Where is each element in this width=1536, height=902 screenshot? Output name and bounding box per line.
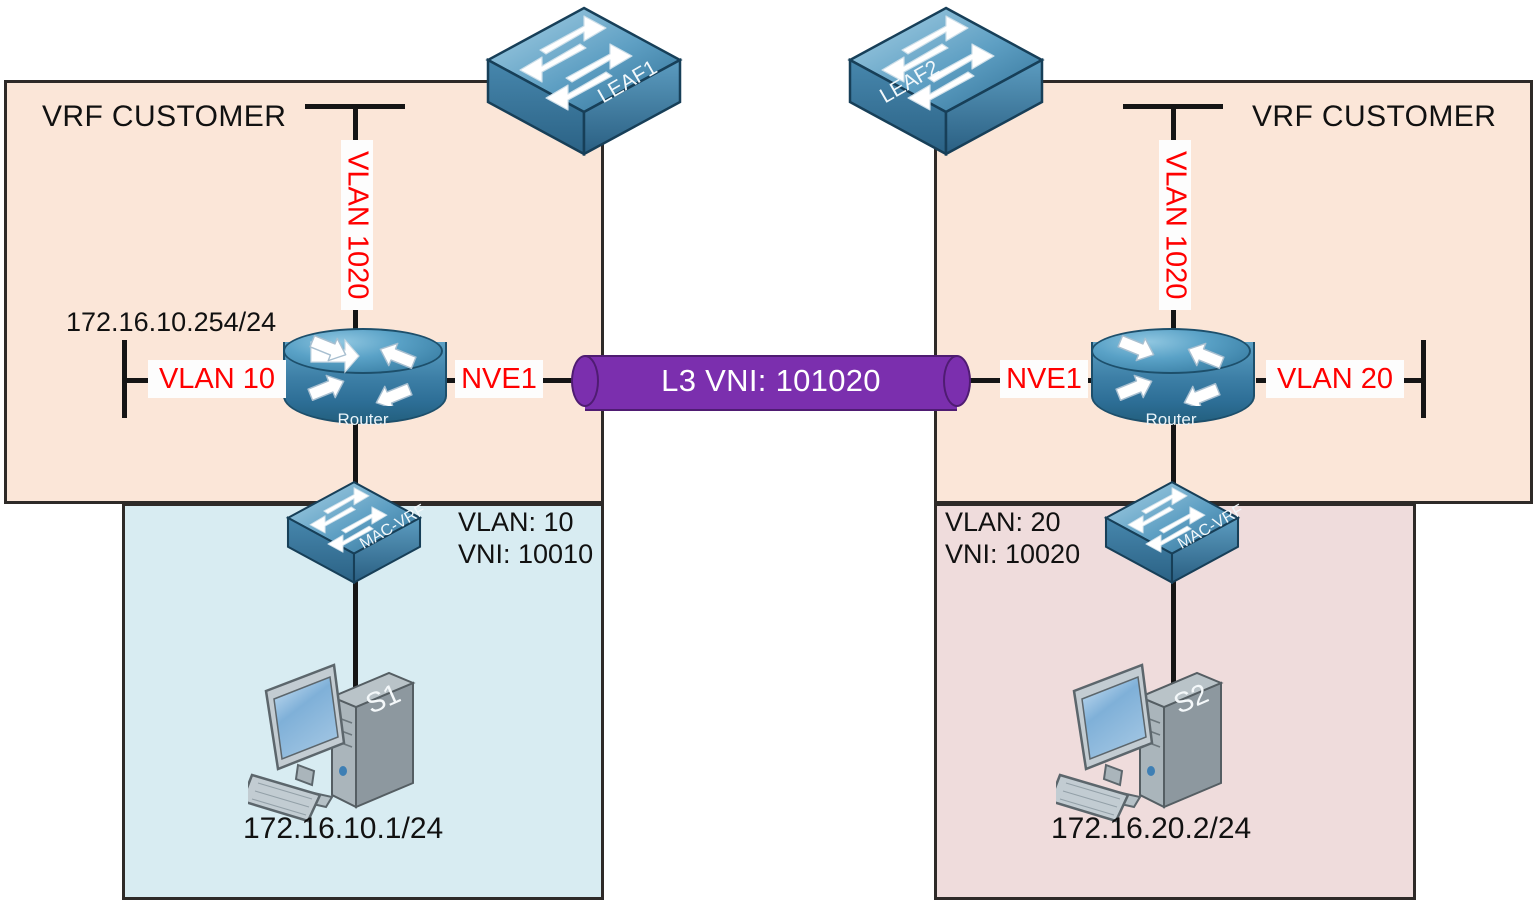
switch-leaf2[interactable]: LEAF2 <box>846 2 1046 162</box>
host-ip-left: 172.16.10.1/24 <box>243 812 444 845</box>
switch-3d-icon <box>485 6 683 157</box>
router-arrows-icon <box>307 334 417 406</box>
router-label: Router <box>1145 410 1197 429</box>
vlan-info-right-vlan: VLAN: 20 <box>945 507 1061 537</box>
vlan-info-right-vni: VNI: 10020 <box>945 538 1081 569</box>
switch-leaf1[interactable]: LEAF1 <box>484 2 684 162</box>
switch-3d-icon <box>1103 480 1241 585</box>
host-s2[interactable]: S2 <box>1056 655 1266 835</box>
switch-macvrf-left[interactable]: MAC-VRF <box>285 478 429 588</box>
link-left-uplink-terminator <box>305 104 405 109</box>
link-left-access-terminator <box>122 340 127 418</box>
label-nve1-left: NVE1 <box>455 360 543 398</box>
router-arrows-icon <box>1115 334 1225 406</box>
desktop-computer-icon <box>1056 663 1224 823</box>
vlan-info-left-vni: VNI: 10010 <box>458 538 594 569</box>
l3-vni-tunnel[interactable]: L3 VNI: 101020 <box>571 355 971 411</box>
switch-3d-icon <box>285 480 423 585</box>
router-left[interactable]: Router <box>283 328 447 436</box>
link-right-uplink-terminator <box>1123 104 1223 109</box>
host-s1[interactable]: S1 <box>248 655 458 835</box>
gateway-ip-left: 172.16.10.254/24 <box>66 307 277 337</box>
vrf-title-left: VRF CUSTOMER <box>42 100 287 133</box>
network-diagram-canvas: VRF CUSTOMER VRF CUSTOMER L3 VNI: 101020 <box>0 0 1536 902</box>
label-vlan-20: VLAN 20 <box>1266 360 1404 398</box>
router-right[interactable]: Router <box>1091 328 1255 436</box>
switch-macvrf-right[interactable]: MAC-VRF <box>1103 478 1247 588</box>
desktop-computer-icon <box>248 663 416 823</box>
vrf-title-right: VRF CUSTOMER <box>1252 100 1497 133</box>
label-vlan-10: VLAN 10 <box>148 360 286 398</box>
vlan-info-left: VLAN: 10 VNI: 10010 <box>458 507 593 571</box>
label-vlan-1020-right: VLAN 1020 <box>1159 140 1192 310</box>
vlan-info-left-vlan: VLAN: 10 <box>458 507 574 537</box>
label-nve1-right: NVE1 <box>1000 360 1088 398</box>
tunnel-label: L3 VNI: 101020 <box>661 363 881 398</box>
router-label: Router <box>337 410 389 429</box>
vlan-info-right: VLAN: 20 VNI: 10020 <box>945 507 1080 571</box>
switch-3d-icon <box>847 6 1045 157</box>
host-ip-right: 172.16.20.2/24 <box>1051 812 1252 845</box>
link-right-access-terminator <box>1421 340 1426 418</box>
label-vlan-1020-left: VLAN 1020 <box>341 140 374 310</box>
